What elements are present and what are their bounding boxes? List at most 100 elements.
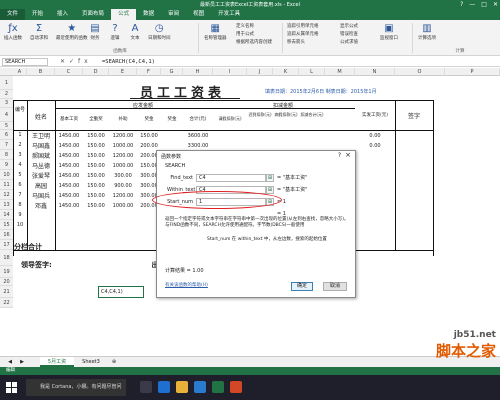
- row-header[interactable]: 22: [0, 298, 13, 308]
- autosum-button[interactable]: Σ 自动求和: [30, 22, 48, 41]
- row-header[interactable]: 15: [0, 220, 13, 230]
- row-header[interactable]: 11: [0, 180, 13, 190]
- column-header[interactable]: F: [137, 68, 161, 76]
- row-number: 5: [18, 172, 22, 178]
- tab-review[interactable]: 审阅: [161, 9, 186, 20]
- range-select-icon[interactable]: ⊞: [266, 186, 274, 194]
- use-in-formula-button[interactable]: 用于公式: [236, 31, 254, 37]
- sheet-tab-sheet3[interactable]: Sheet3: [76, 357, 106, 367]
- close-icon[interactable]: ✕: [493, 0, 498, 9]
- row-header[interactable]: 17: [0, 240, 13, 250]
- cancel-button[interactable]: 取消: [323, 282, 347, 291]
- column-header[interactable]: C: [55, 68, 83, 76]
- trace-dependents-button[interactable]: 追踪从属单元格: [287, 31, 319, 37]
- row-header[interactable]: 18: [0, 250, 13, 266]
- column-header[interactable]: L: [299, 68, 325, 76]
- column-header[interactable]: D: [83, 68, 109, 76]
- row-header[interactable]: 12: [0, 190, 13, 200]
- row-header[interactable]: 4: [0, 108, 13, 122]
- row-header[interactable]: 9: [0, 160, 13, 170]
- formula-buttons[interactable]: ✕✓fx: [60, 57, 92, 67]
- range-select-icon[interactable]: ⊞: [266, 174, 274, 182]
- powerpoint-icon[interactable]: [230, 381, 242, 393]
- excel-icon[interactable]: [212, 381, 224, 393]
- column-header[interactable]: O: [395, 68, 445, 76]
- show-formulas-button[interactable]: 显示公式: [340, 23, 358, 29]
- create-from-selection-button[interactable]: 根据所选内容创建: [236, 39, 272, 45]
- help-icon[interactable]: ?: [460, 0, 463, 9]
- column-header[interactable]: B: [27, 68, 55, 76]
- error-check-button[interactable]: 错误检查: [340, 31, 358, 37]
- tab-data[interactable]: 数据: [136, 9, 161, 20]
- column-header[interactable]: N: [355, 68, 395, 76]
- minimize-icon[interactable]: —: [469, 0, 475, 9]
- column-header[interactable]: I: [213, 68, 247, 76]
- recent-functions-button[interactable]: ★ 最近使用的函数: [56, 22, 88, 41]
- row-header[interactable]: 7: [0, 140, 13, 150]
- row-header[interactable]: 2: [0, 90, 13, 99]
- task-view-icon[interactable]: [140, 381, 152, 393]
- tab-page-layout[interactable]: 页面布局: [75, 9, 111, 20]
- sheet-tab-may-salary[interactable]: 5月工资: [40, 357, 74, 367]
- cortana-search-box[interactable]: 我是 Cortana，小娜。有问题尽管问我。: [26, 379, 126, 396]
- prev-sheet-icon[interactable]: ◀: [4, 357, 16, 367]
- row-header[interactable]: 21: [0, 286, 13, 298]
- tab-view[interactable]: 视图: [186, 9, 211, 20]
- remove-arrows-button[interactable]: 移去箭头: [287, 39, 305, 45]
- row-header[interactable]: 16: [0, 230, 13, 240]
- cell-base-salary: 1450.00: [58, 153, 80, 159]
- row-header[interactable]: 5: [0, 122, 13, 130]
- datetime-button[interactable]: ◷ 日期和时间: [148, 22, 171, 41]
- header-name: 姓名: [34, 114, 47, 121]
- edge-icon[interactable]: [158, 381, 170, 393]
- name-manager-button[interactable]: ▦ 名称管理器: [204, 22, 227, 41]
- define-name-button[interactable]: 定义名称: [236, 23, 254, 29]
- text-button[interactable]: A 文本: [128, 22, 142, 41]
- logical-button[interactable]: ? 逻辑: [108, 22, 122, 41]
- insert-function-button[interactable]: ƒx 插入函数: [4, 22, 22, 41]
- tab-file[interactable]: 文件: [0, 9, 26, 20]
- formula-input[interactable]: =SEARCH(C4,C4,1): [102, 57, 155, 67]
- row-header[interactable]: 6: [0, 130, 13, 140]
- windows-start-icon[interactable]: [6, 382, 17, 393]
- help-icon[interactable]: ?: [338, 152, 341, 159]
- row-header[interactable]: 8: [0, 150, 13, 160]
- help-link[interactable]: 有关该函数的帮助(H): [165, 282, 208, 288]
- cell-subsidy: 1000.00: [112, 143, 134, 149]
- add-sheet-icon[interactable]: ⊕: [108, 357, 120, 367]
- find-text-input[interactable]: C4: [196, 174, 266, 182]
- ok-button[interactable]: 确定: [291, 282, 313, 291]
- row-header[interactable]: 13: [0, 200, 13, 210]
- close-icon[interactable]: ×: [345, 151, 351, 159]
- row-header[interactable]: 10: [0, 170, 13, 180]
- column-header[interactable]: A: [13, 68, 27, 76]
- column-header[interactable]: P: [445, 68, 500, 76]
- store-icon[interactable]: [194, 381, 206, 393]
- text-book-icon: A: [131, 23, 139, 34]
- active-cell[interactable]: C4,C4,1): [98, 286, 144, 298]
- column-header[interactable]: K: [273, 68, 299, 76]
- column-header[interactable]: M: [325, 68, 355, 76]
- explorer-icon[interactable]: [176, 381, 188, 393]
- calc-options-button[interactable]: ▥ 计算选项: [418, 22, 436, 41]
- column-header[interactable]: J: [247, 68, 273, 76]
- tab-insert[interactable]: 插入: [50, 9, 75, 20]
- row-header[interactable]: 19: [0, 266, 13, 278]
- tab-formulas[interactable]: 公式: [111, 9, 137, 20]
- tab-developer[interactable]: 开发工具: [211, 9, 247, 20]
- column-header[interactable]: E: [109, 68, 137, 76]
- watch-window-button[interactable]: ▣ 监视窗口: [380, 22, 398, 41]
- row-header[interactable]: 3: [0, 99, 13, 108]
- row-header[interactable]: 1: [0, 76, 13, 90]
- financial-button[interactable]: ▤ 财务: [88, 22, 102, 41]
- column-header[interactable]: H: [183, 68, 213, 76]
- row-header[interactable]: 14: [0, 210, 13, 220]
- tab-home[interactable]: 开始: [25, 9, 50, 20]
- column-header[interactable]: G: [161, 68, 183, 76]
- maximize-icon[interactable]: □: [481, 0, 487, 9]
- evaluate-formula-button[interactable]: 公式求值: [340, 39, 358, 45]
- name-box[interactable]: SEARCH: [2, 58, 48, 66]
- row-header[interactable]: 20: [0, 278, 13, 286]
- trace-precedents-button[interactable]: 追踪引用单元格: [287, 23, 319, 29]
- next-sheet-icon[interactable]: ▶: [16, 357, 28, 367]
